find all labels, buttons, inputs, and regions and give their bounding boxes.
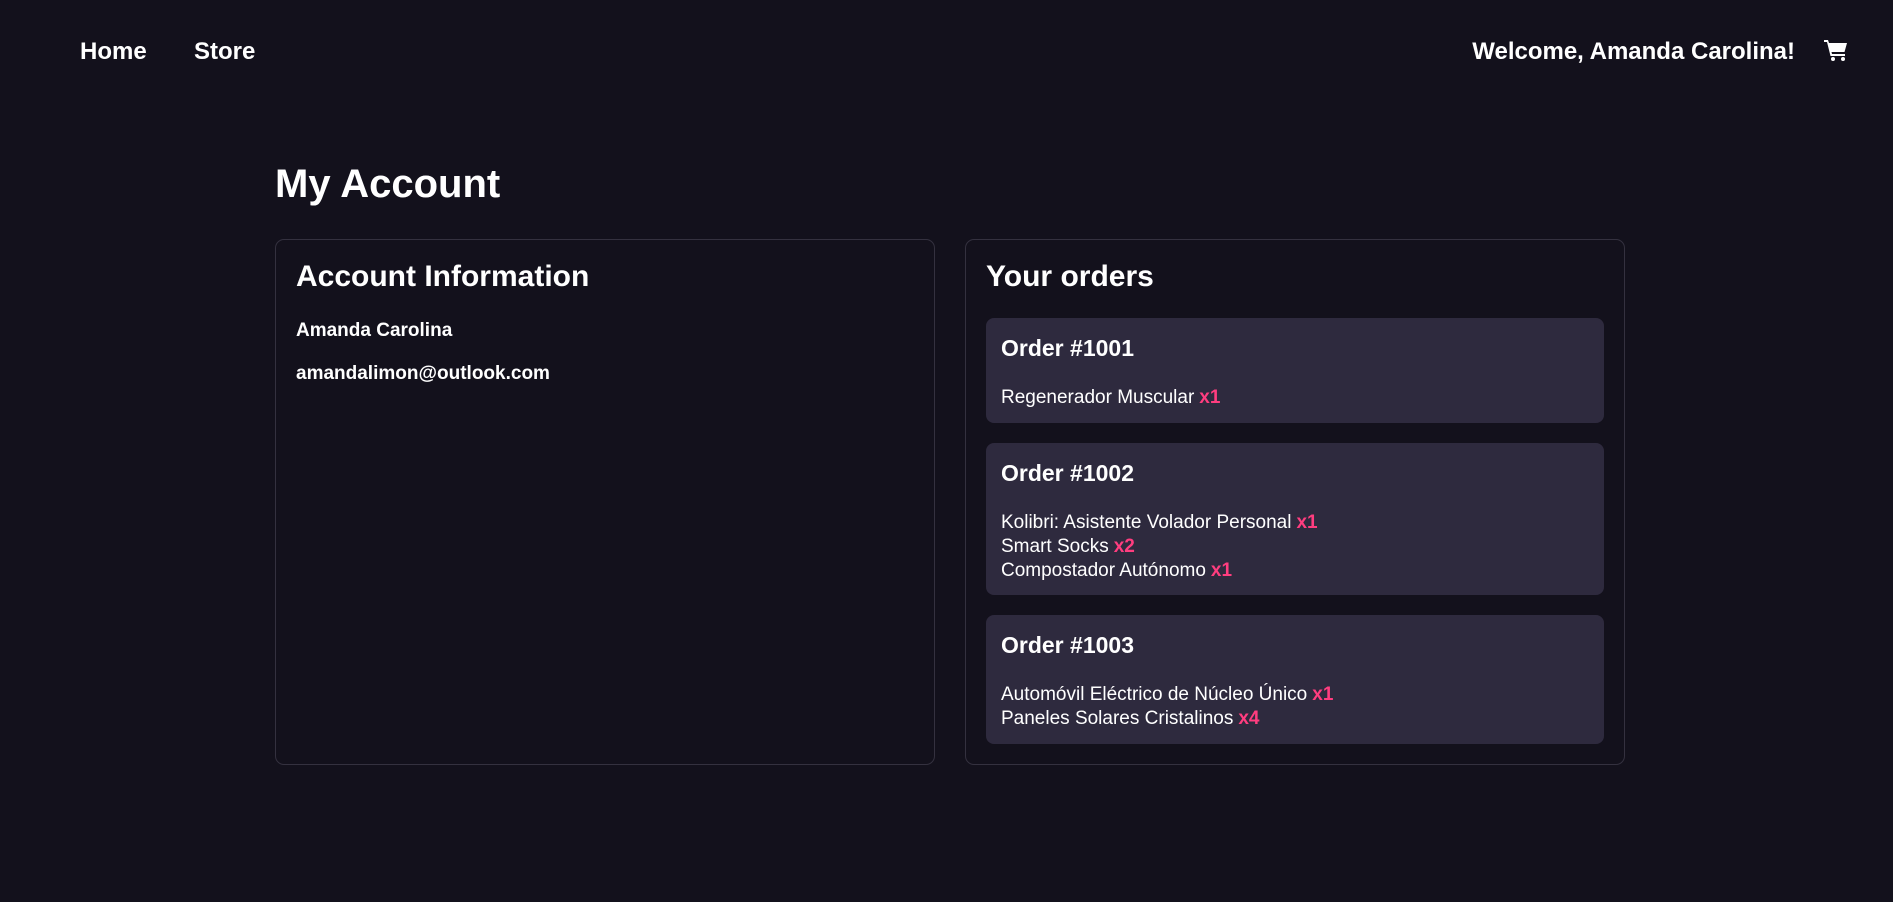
order-title: Order #1003 xyxy=(1001,632,1134,658)
order-quantity: x1 xyxy=(1199,387,1221,408)
nav-store-link[interactable]: Store xyxy=(194,38,255,66)
order-product-name: Paneles Solares Cristalinos xyxy=(1001,708,1234,729)
page-title: My Account xyxy=(275,162,501,206)
shopping-cart-icon-graphic xyxy=(1824,40,1847,61)
order-quantity: x1 xyxy=(1296,512,1318,533)
order-line-item: Smart Socks x2 xyxy=(1001,535,1589,559)
shopping-cart-icon[interactable] xyxy=(1823,38,1849,64)
nav-home-link[interactable]: Home xyxy=(80,38,147,66)
top-navigation: Home Store Welcome, Amanda Carolina! xyxy=(0,0,1893,105)
order-line-item: Compostador Autónomo x1 xyxy=(1001,559,1589,583)
order-product-name: Smart Socks xyxy=(1001,536,1109,557)
order-title: Order #1002 xyxy=(1001,460,1134,486)
order-quantity: x2 xyxy=(1113,536,1135,557)
orders-panel: Your orders Order #1001 Regenerador Musc… xyxy=(965,239,1625,765)
account-panel-title: Account Information xyxy=(296,260,590,293)
order-card: Order #1002 Kolibri: Asistente Volador P… xyxy=(986,443,1604,595)
account-information-panel: Account Information Amanda Carolina aman… xyxy=(275,239,935,765)
order-card: Order #1003 Automóvil Eléctrico de Núcle… xyxy=(986,615,1604,744)
order-product-name: Regenerador Muscular xyxy=(1001,387,1195,408)
order-title: Order #1001 xyxy=(1001,335,1134,361)
welcome-message: Welcome, Amanda Carolina! xyxy=(1472,38,1795,65)
order-product-name: Kolibri: Asistente Volador Personal xyxy=(1001,512,1292,533)
order-line-item: Automóvil Eléctrico de Núcleo Único x1 xyxy=(1001,683,1589,707)
orders-panel-title: Your orders xyxy=(986,260,1154,293)
order-line-item: Kolibri: Asistente Volador Personal x1 xyxy=(1001,511,1589,535)
order-quantity: x1 xyxy=(1210,560,1233,581)
account-email: amandalimon@outlook.com xyxy=(296,363,550,384)
order-quantity: x1 xyxy=(1312,684,1334,705)
order-product-name: Compostador Autónomo xyxy=(1001,560,1206,581)
order-quantity: x4 xyxy=(1238,708,1260,729)
order-card: Order #1001 Regenerador Muscular x1 xyxy=(986,318,1604,423)
order-product-name: Automóvil Eléctrico de Núcleo Único xyxy=(1001,684,1308,705)
account-name: Amanda Carolina xyxy=(296,320,453,341)
order-line-item: Regenerador Muscular x1 xyxy=(1001,386,1589,410)
order-line-item: Paneles Solares Cristalinos x4 xyxy=(1001,707,1589,731)
